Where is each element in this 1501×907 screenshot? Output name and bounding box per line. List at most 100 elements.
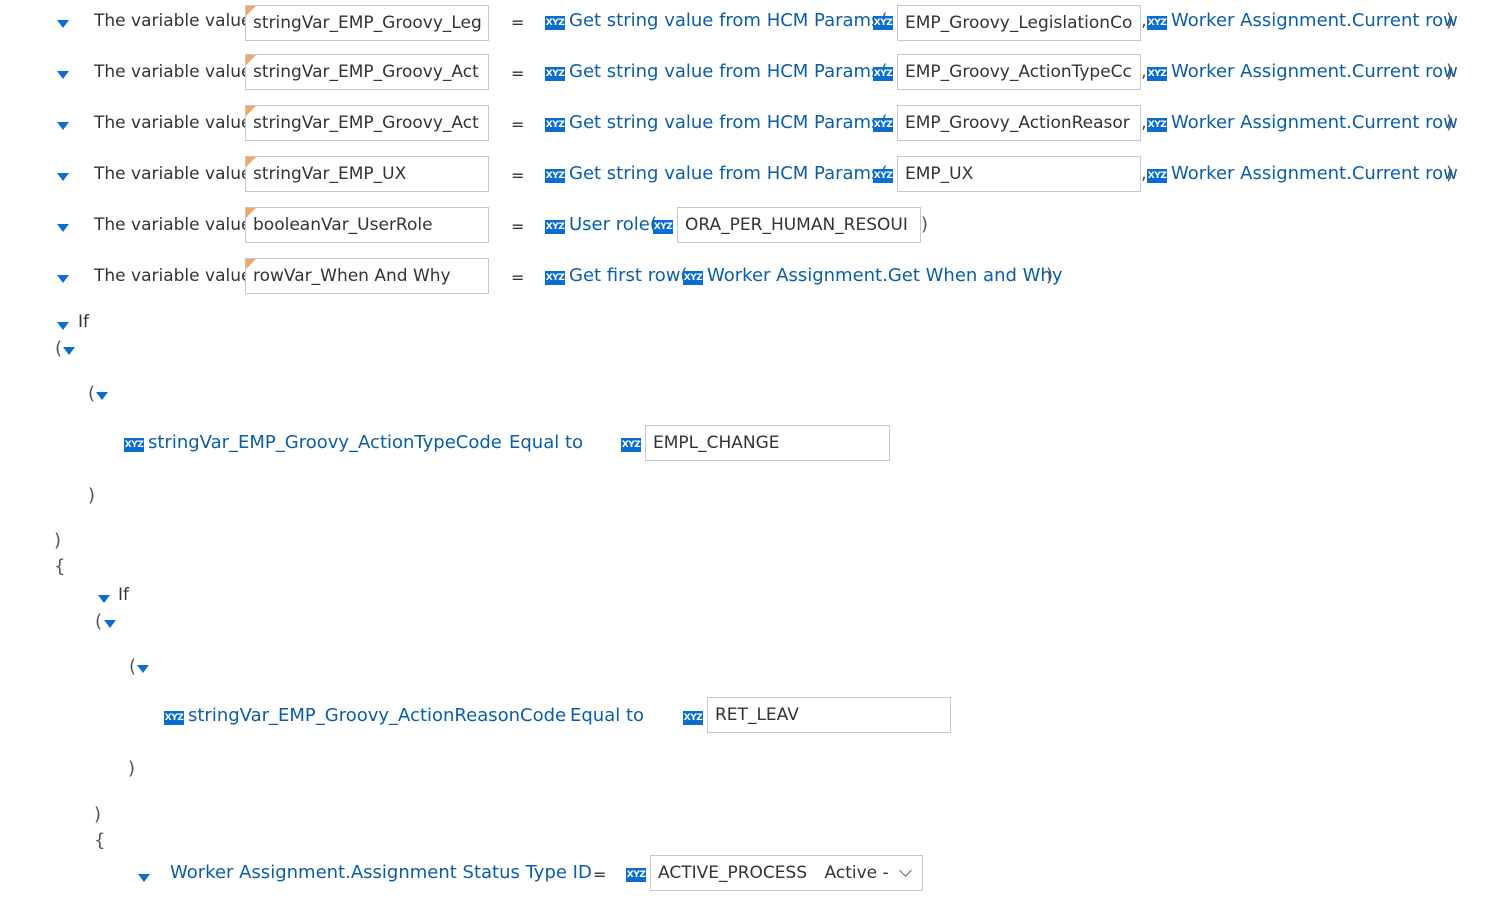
get-first-row-link[interactable]: Get first row( [569, 265, 687, 286]
open-paren: ( [55, 338, 63, 359]
param-input[interactable]: EMP_Groovy_LegislationCo [897, 5, 1141, 41]
xyz-function-icon: XYZ [545, 169, 565, 183]
context-link[interactable]: Worker Assignment.Current row [1171, 61, 1458, 82]
close-paren: ) [94, 804, 102, 825]
variable-field[interactable]: rowVar_When And Why [245, 258, 489, 294]
context-link[interactable]: Worker Assignment.Current row [1171, 112, 1458, 133]
function-link[interactable]: Get string value from HCM Params( [569, 10, 888, 31]
inner-close-paren: ) [128, 758, 136, 779]
inner-close-paren: ) [88, 485, 96, 506]
xyz-variable-icon: XYZ [124, 438, 144, 452]
open-paren: ( [95, 611, 103, 632]
chevron-down-icon [899, 864, 912, 877]
equals-sign: = [511, 217, 525, 236]
operator-link[interactable]: Equal to [509, 432, 583, 453]
group-toggle-icon[interactable] [63, 347, 75, 355]
close-paren: ) [1446, 61, 1454, 82]
param-input[interactable]: EMP_UX [897, 156, 1141, 192]
if-toggle-icon[interactable] [98, 595, 110, 603]
group-toggle-icon[interactable] [104, 620, 116, 628]
row-label: The variable value [94, 164, 252, 184]
close-paren: ) [1446, 10, 1454, 31]
row-label: The variable value [94, 11, 252, 31]
xyz-param-icon: XYZ [873, 16, 893, 30]
equals-sign: = [511, 64, 525, 83]
param-input[interactable]: EMP_Groovy_ActionReasor [897, 105, 1141, 141]
if-keyword: If [78, 312, 89, 332]
expand-toggle-icon[interactable] [57, 275, 69, 283]
context-link[interactable]: Worker Assignment.Current row [1171, 163, 1458, 184]
user-role-function-link[interactable]: User role( [569, 214, 657, 235]
equals-sign: = [593, 865, 607, 884]
expand-toggle-icon[interactable] [57, 20, 69, 28]
xyz-value-icon: XYZ [626, 868, 646, 882]
xyz-function-icon: XYZ [545, 67, 565, 81]
xyz-param-icon: XYZ [683, 271, 703, 285]
close-paren: ) [54, 530, 62, 551]
xyz-param-icon: XYZ [873, 118, 893, 132]
xyz-param-icon: XYZ [873, 169, 893, 183]
status-select[interactable]: ACTIVE_PROCESS Active - [650, 855, 923, 891]
if-toggle-icon[interactable] [57, 322, 69, 330]
xyz-context-icon: XYZ [1147, 169, 1167, 183]
xyz-variable-icon: XYZ [164, 711, 184, 725]
variable-field[interactable]: stringVar_EMP_UX [245, 156, 489, 192]
if-keyword: If [118, 585, 129, 605]
comma: , [1141, 10, 1147, 31]
expand-toggle-icon[interactable] [57, 224, 69, 232]
equals-sign: = [511, 268, 525, 287]
role-input[interactable]: ORA_PER_HUMAN_RESOUI [677, 207, 921, 243]
param-input[interactable]: EMP_Groovy_ActionTypeCc [897, 54, 1141, 90]
row-label: The variable value [94, 62, 252, 82]
equals-sign: = [511, 166, 525, 185]
xyz-function-icon: XYZ [545, 118, 565, 132]
xyz-context-icon: XYZ [1147, 16, 1167, 30]
xyz-value-icon: XYZ [683, 711, 703, 725]
open-brace: { [54, 556, 66, 577]
function-link[interactable]: Get string value from HCM Params( [569, 163, 888, 184]
comma: , [1141, 61, 1147, 82]
close-paren: ) [921, 214, 929, 235]
comma: , [1141, 112, 1147, 133]
status-field-link[interactable]: Worker Assignment.Assignment Status Type… [170, 862, 592, 883]
variable-field[interactable]: stringVar_EMP_Groovy_Act [245, 54, 489, 90]
variable-field[interactable]: stringVar_EMP_Groovy_Act [245, 105, 489, 141]
equals-sign: = [511, 13, 525, 32]
condition-variable-link[interactable]: stringVar_EMP_Groovy_ActionTypeCode [148, 432, 502, 453]
inner-open-paren: ( [129, 656, 137, 677]
equals-sign: = [511, 115, 525, 134]
expand-toggle-icon[interactable] [57, 71, 69, 79]
close-paren: ) [1446, 112, 1454, 133]
row-label: The variable value [94, 113, 252, 133]
xyz-context-icon: XYZ [1147, 118, 1167, 132]
xyz-value-icon: XYZ [621, 438, 641, 452]
variable-field[interactable]: stringVar_EMP_Groovy_Leg [245, 5, 489, 41]
row-label: The variable value [94, 215, 252, 235]
status-select-value: ACTIVE_PROCESS [658, 863, 808, 883]
function-link[interactable]: Get string value from HCM Params( [569, 61, 888, 82]
xyz-param-icon: XYZ [873, 67, 893, 81]
operator-link[interactable]: Equal to [570, 705, 644, 726]
condition-variable-link[interactable]: stringVar_EMP_Groovy_ActionReasonCode [188, 705, 566, 726]
expand-toggle-icon[interactable] [138, 874, 150, 882]
expand-toggle-icon[interactable] [57, 173, 69, 181]
function-link[interactable]: Get string value from HCM Params( [569, 112, 888, 133]
xyz-context-icon: XYZ [1147, 67, 1167, 81]
variable-field[interactable]: booleanVar_UserRole [245, 207, 489, 243]
inner-open-paren: ( [88, 383, 96, 404]
row-label: The variable value [94, 266, 252, 286]
comma: , [1141, 163, 1147, 184]
expand-toggle-icon[interactable] [57, 122, 69, 130]
xyz-function-icon: XYZ [545, 16, 565, 30]
xyz-function-icon: XYZ [545, 271, 565, 285]
context-link[interactable]: Worker Assignment.Current row [1171, 10, 1458, 31]
group-toggle-icon[interactable] [137, 665, 149, 673]
close-paren: ) [1046, 265, 1054, 286]
xyz-param-icon: XYZ [653, 220, 673, 234]
status-select-desc: Active - [824, 863, 889, 883]
condition-value-input[interactable]: RET_LEAV [707, 697, 951, 733]
close-paren: ) [1446, 163, 1454, 184]
group-toggle-icon[interactable] [96, 392, 108, 400]
when-and-why-link[interactable]: Worker Assignment.Get When and Why [707, 265, 1063, 286]
condition-value-input[interactable]: EMPL_CHANGE [645, 425, 890, 461]
